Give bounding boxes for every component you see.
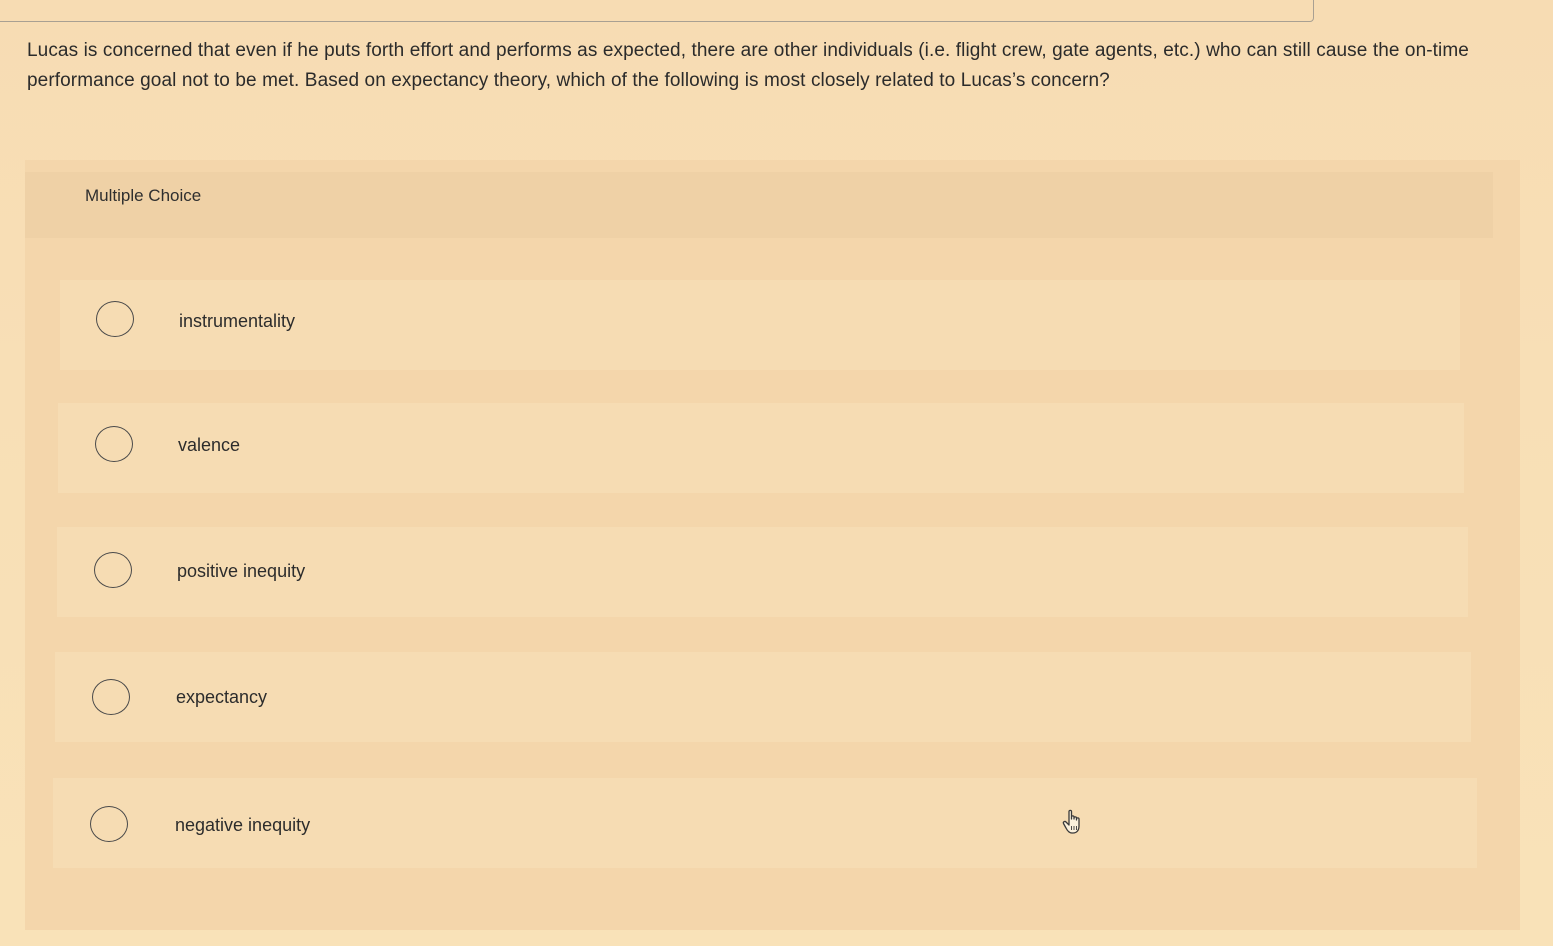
answer-option-valence[interactable] [58, 403, 1464, 493]
radio-button-positive-inequity[interactable] [94, 552, 132, 588]
previous-section-box [0, 0, 1314, 22]
answer-option-expectancy[interactable] [55, 652, 1471, 742]
radio-button-expectancy[interactable] [92, 679, 130, 715]
option-label-negative-inequity: negative inequity [175, 815, 311, 835]
option-label-instrumentality: instrumentality [179, 311, 296, 331]
radio-button-instrumentality[interactable] [96, 301, 134, 337]
question-text: Lucas is concerned that even if he puts … [27, 40, 1469, 91]
option-label-expectancy: expectancy [176, 687, 268, 707]
hand-pointer-icon [1061, 808, 1087, 836]
multiple-choice-label: Multiple Choice [85, 186, 202, 205]
multiple-choice-header [25, 172, 1493, 238]
radio-button-negative-inequity[interactable] [90, 806, 128, 842]
option-label-valence: valence [178, 435, 241, 455]
radio-button-valence[interactable] [95, 426, 133, 462]
option-label-positive-inequity: positive inequity [177, 561, 306, 581]
